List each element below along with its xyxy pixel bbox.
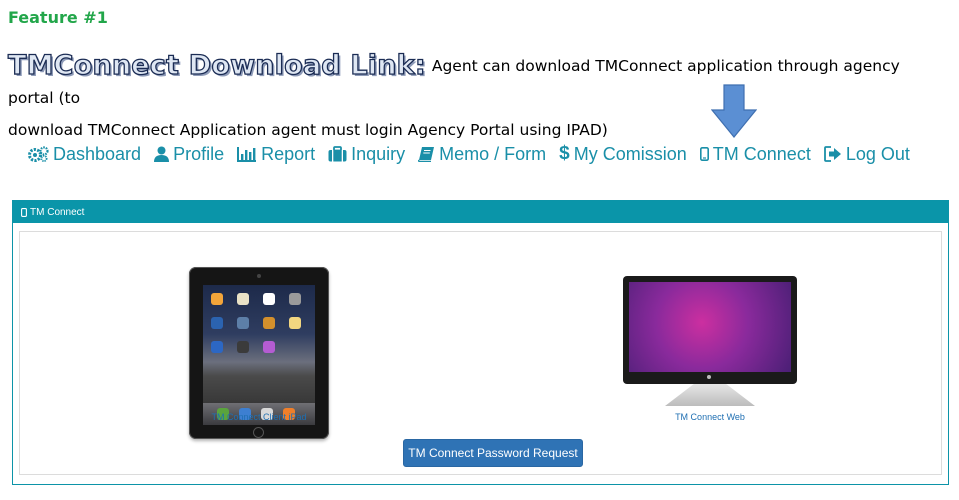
cogs-icon xyxy=(28,146,49,162)
heading-block: TMConnect Download Link: Agent can downlo… xyxy=(7,49,948,149)
app-icon xyxy=(211,317,223,329)
feature-label: Feature #1 xyxy=(8,8,108,27)
bar-chart-icon xyxy=(237,146,257,162)
camera-dot xyxy=(257,274,261,278)
nav-label-my-comission: My Comission xyxy=(573,143,687,164)
mobile-icon xyxy=(699,147,709,161)
app-icon xyxy=(263,341,275,353)
app-icon xyxy=(237,293,249,305)
panel-header: TM Connect xyxy=(13,201,948,223)
app-icon xyxy=(289,317,301,329)
app-icon xyxy=(263,317,275,329)
nav-item-log-out[interactable]: Log Out xyxy=(823,143,910,165)
monitor-stand xyxy=(665,384,755,406)
nav-label-inquiry: Inquiry xyxy=(351,143,406,164)
nav-item-my-comission[interactable]: $ My Comission xyxy=(559,143,687,165)
nav-item-profile[interactable]: Profile xyxy=(154,144,224,165)
monitor-image[interactable] xyxy=(623,276,797,384)
app-icon xyxy=(211,293,223,305)
main-nav: Dashboard Profile Report Inquiry Memo / … xyxy=(28,141,923,167)
nav-label-log-out: Log Out xyxy=(845,143,910,164)
nav-item-tm-connect[interactable]: TM Connect xyxy=(699,143,811,165)
book-icon xyxy=(418,146,435,162)
password-request-button[interactable]: TM Connect Password Request xyxy=(403,439,583,467)
tm-connect-panel: TM Connect TM Connect Client iPad TM Con… xyxy=(12,200,949,485)
pointer-arrow-icon xyxy=(711,84,757,138)
nav-label-tm-connect: TM Connect xyxy=(712,143,811,164)
panel-title: TM Connect xyxy=(30,206,85,218)
nav-item-memo-form[interactable]: Memo / Form xyxy=(418,144,546,165)
app-icon xyxy=(211,341,223,353)
app-icon xyxy=(237,341,249,353)
dollar-icon: $ xyxy=(559,143,570,164)
nav-label-report: Report xyxy=(261,143,316,164)
mobile-icon xyxy=(21,207,27,217)
user-icon xyxy=(154,146,170,162)
nav-label-memo-form: Memo / Form xyxy=(439,143,547,164)
nav-label-profile: Profile xyxy=(173,143,225,164)
briefcase-icon xyxy=(328,146,347,162)
logo-dot xyxy=(707,375,711,379)
app-icon xyxy=(289,293,301,305)
web-caption-link[interactable]: TM Connect Web xyxy=(640,412,780,422)
nav-item-inquiry[interactable]: Inquiry xyxy=(328,144,405,165)
nav-item-report[interactable]: Report xyxy=(237,144,315,165)
app-icon xyxy=(237,317,249,329)
ipad-caption-link[interactable]: TM Connect Client iPad xyxy=(189,412,329,422)
nav-item-dashboard[interactable]: Dashboard xyxy=(28,144,141,165)
panel-body: TM Connect Client iPad TM Connect Web TM… xyxy=(19,231,942,475)
description-line-2: download TMConnect Application agent mus… xyxy=(8,121,608,139)
nav-label-dashboard: Dashboard xyxy=(53,143,142,164)
ipad-screen xyxy=(203,285,315,425)
monitor-screen xyxy=(629,282,791,372)
app-icon xyxy=(263,293,275,305)
home-button xyxy=(253,427,264,438)
sign-out-icon xyxy=(823,146,842,162)
page-title: TMConnect Download Link: xyxy=(7,49,426,81)
